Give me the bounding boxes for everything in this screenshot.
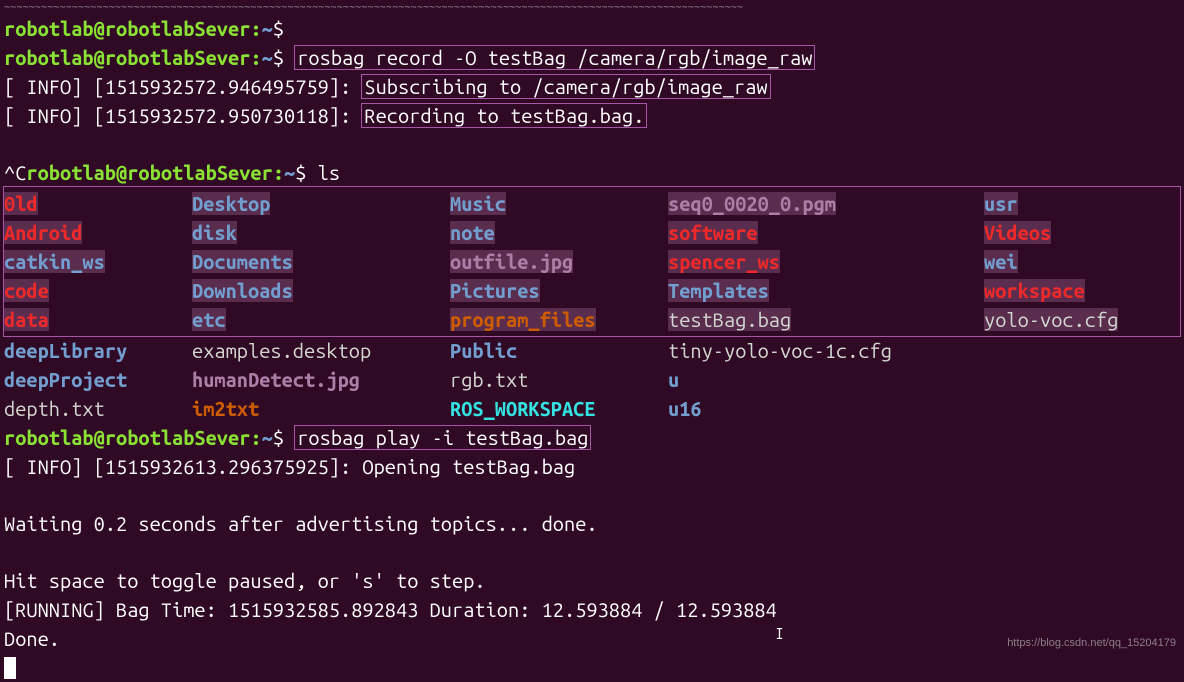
cwd: ~ <box>262 17 273 40</box>
ls-entry: Android <box>4 221 82 244</box>
ls-entry: u16 <box>668 397 702 420</box>
colon: : <box>250 17 261 40</box>
info-line-3: [ INFO] [1515932613.296375925]: Opening … <box>4 452 1180 481</box>
hit-space-line: Hit space to toggle paused, or 's' to st… <box>4 566 1180 595</box>
at: @ <box>94 426 105 449</box>
ls-entry: humanDetect.jpg <box>192 368 360 391</box>
command-rosbag-record[interactable]: rosbag record -O testBag /camera/rgb/ima… <box>295 46 814 69</box>
ls-entry: disk <box>192 221 237 244</box>
at: @ <box>94 46 105 69</box>
colon: : <box>273 161 284 184</box>
colon: : <box>250 426 261 449</box>
info-prefix: [ INFO] [1515932572.950730118]: <box>4 104 362 127</box>
ls-entry: depth.txt <box>4 397 105 420</box>
prompt-line-4: robotlab@robotlabSever:~$ rosbag play -i… <box>4 423 1180 452</box>
ls-entry: testBag.bag <box>668 308 791 331</box>
ls-entry: etc <box>192 308 226 331</box>
user: robotlab <box>26 161 116 184</box>
ls-entry: Documents <box>192 250 293 273</box>
cwd: ~ <box>262 46 273 69</box>
user: robotlab <box>4 17 94 40</box>
terminal-cursor <box>4 657 16 679</box>
ls-entry: Templates <box>668 279 769 302</box>
ls-entry: u <box>668 368 679 391</box>
info-line-1: [ INFO] [1515932572.946495759]: Subscrib… <box>4 72 1180 101</box>
ls-entry: deepLibrary <box>4 339 127 362</box>
ls-entry: ROS_WORKSPACE <box>450 397 596 420</box>
ls-entry: seq0_0020_0.pgm <box>668 192 836 215</box>
ls-entry: outfile.jpg <box>450 250 573 273</box>
user: robotlab <box>4 426 94 449</box>
blank-line <box>4 538 1180 566</box>
info-prefix: [ INFO] [1515932572.946495759]: <box>4 75 362 98</box>
ls-entry: Pictures <box>450 279 540 302</box>
at: @ <box>116 161 127 184</box>
info-msg-subscribing: Subscribing to /camera/rgb/image_raw <box>362 75 769 98</box>
top-truncated-line: ~~~~~~~~~~~~~~~~~~~~~~~~~~~~~~~~~~~~~~~~… <box>4 0 1180 14</box>
ls-entry: program_files <box>450 308 596 331</box>
sigil: $ <box>273 426 284 449</box>
ls-entry: 0ld <box>4 192 38 215</box>
ls-entry: Desktop <box>192 192 270 215</box>
host: robotlabSever <box>105 17 251 40</box>
ls-entry: spencer_ws <box>668 250 780 273</box>
ls-output-block-1: 0ld Desktop Music seq0_0020_0.pgm usr Android… <box>4 187 1180 336</box>
ls-entry: note <box>450 221 495 244</box>
ls-entry: deepProject <box>4 368 127 391</box>
sigil: $ <box>295 161 306 184</box>
ls-entry: im2txt <box>192 397 259 420</box>
mouse-pointer-icon: I <box>775 623 784 646</box>
ls-entry: workspace <box>984 279 1085 302</box>
wait-line: Waiting 0.2 seconds after advertising to… <box>4 509 1180 538</box>
sigil: $ <box>273 17 284 40</box>
ls-entry: catkin_ws <box>4 250 105 273</box>
ls-entry: wei <box>984 250 1018 273</box>
command-rosbag-play[interactable]: rosbag play -i testBag.bag <box>295 426 590 449</box>
prompt-line-2: robotlab@robotlabSever:~$ rosbag record … <box>4 43 1180 72</box>
blank-line <box>4 130 1180 158</box>
prompt-line-3: ^Crobotlab@robotlabSever:~$ ls <box>4 158 1180 187</box>
prompt-line-1: robotlab@robotlabSever:~$ <box>4 14 1180 43</box>
running-line: [RUNNING] Bag Time: 1515932585.892843 Du… <box>4 595 1180 624</box>
ls-entry: usr <box>984 192 1018 215</box>
host: robotlabSever <box>127 161 273 184</box>
ls-entry: data <box>4 308 49 331</box>
ctrl-c: ^C <box>4 161 26 184</box>
ls-entry: Downloads <box>192 279 293 302</box>
host: robotlabSever <box>105 426 251 449</box>
at: @ <box>94 17 105 40</box>
info-line-2: [ INFO] [1515932572.950730118]: Recordin… <box>4 101 1180 130</box>
user: robotlab <box>4 46 94 69</box>
ls-entry: software <box>668 221 758 244</box>
ls-entry: Public <box>450 339 517 362</box>
blank-line <box>4 481 1180 509</box>
ls-entry: Videos <box>984 221 1051 244</box>
ls-entry: examples.desktop <box>192 339 371 362</box>
colon: : <box>250 46 261 69</box>
ls-entry: yolo-voc.cfg <box>984 308 1118 331</box>
ls-entry: tiny-yolo-voc-1c.cfg <box>668 339 892 362</box>
command-ls[interactable]: ls <box>318 161 340 184</box>
ls-output-block-2: deepLibrary examples.desktop Public tiny-yo… <box>4 336 1180 423</box>
cwd: ~ <box>284 161 295 184</box>
info-msg-recording: Recording to testBag.bag. <box>362 104 646 127</box>
sigil: $ <box>273 46 284 69</box>
done-line: Done. <box>4 624 1180 653</box>
ls-entry: rgb.txt <box>450 368 528 391</box>
cwd: ~ <box>262 426 273 449</box>
watermark: https://blog.csdn.net/qq_15204179 <box>1007 636 1176 652</box>
host: robotlabSever <box>105 46 251 69</box>
ls-entry: Music <box>450 192 506 215</box>
ls-entry: code <box>4 279 49 302</box>
